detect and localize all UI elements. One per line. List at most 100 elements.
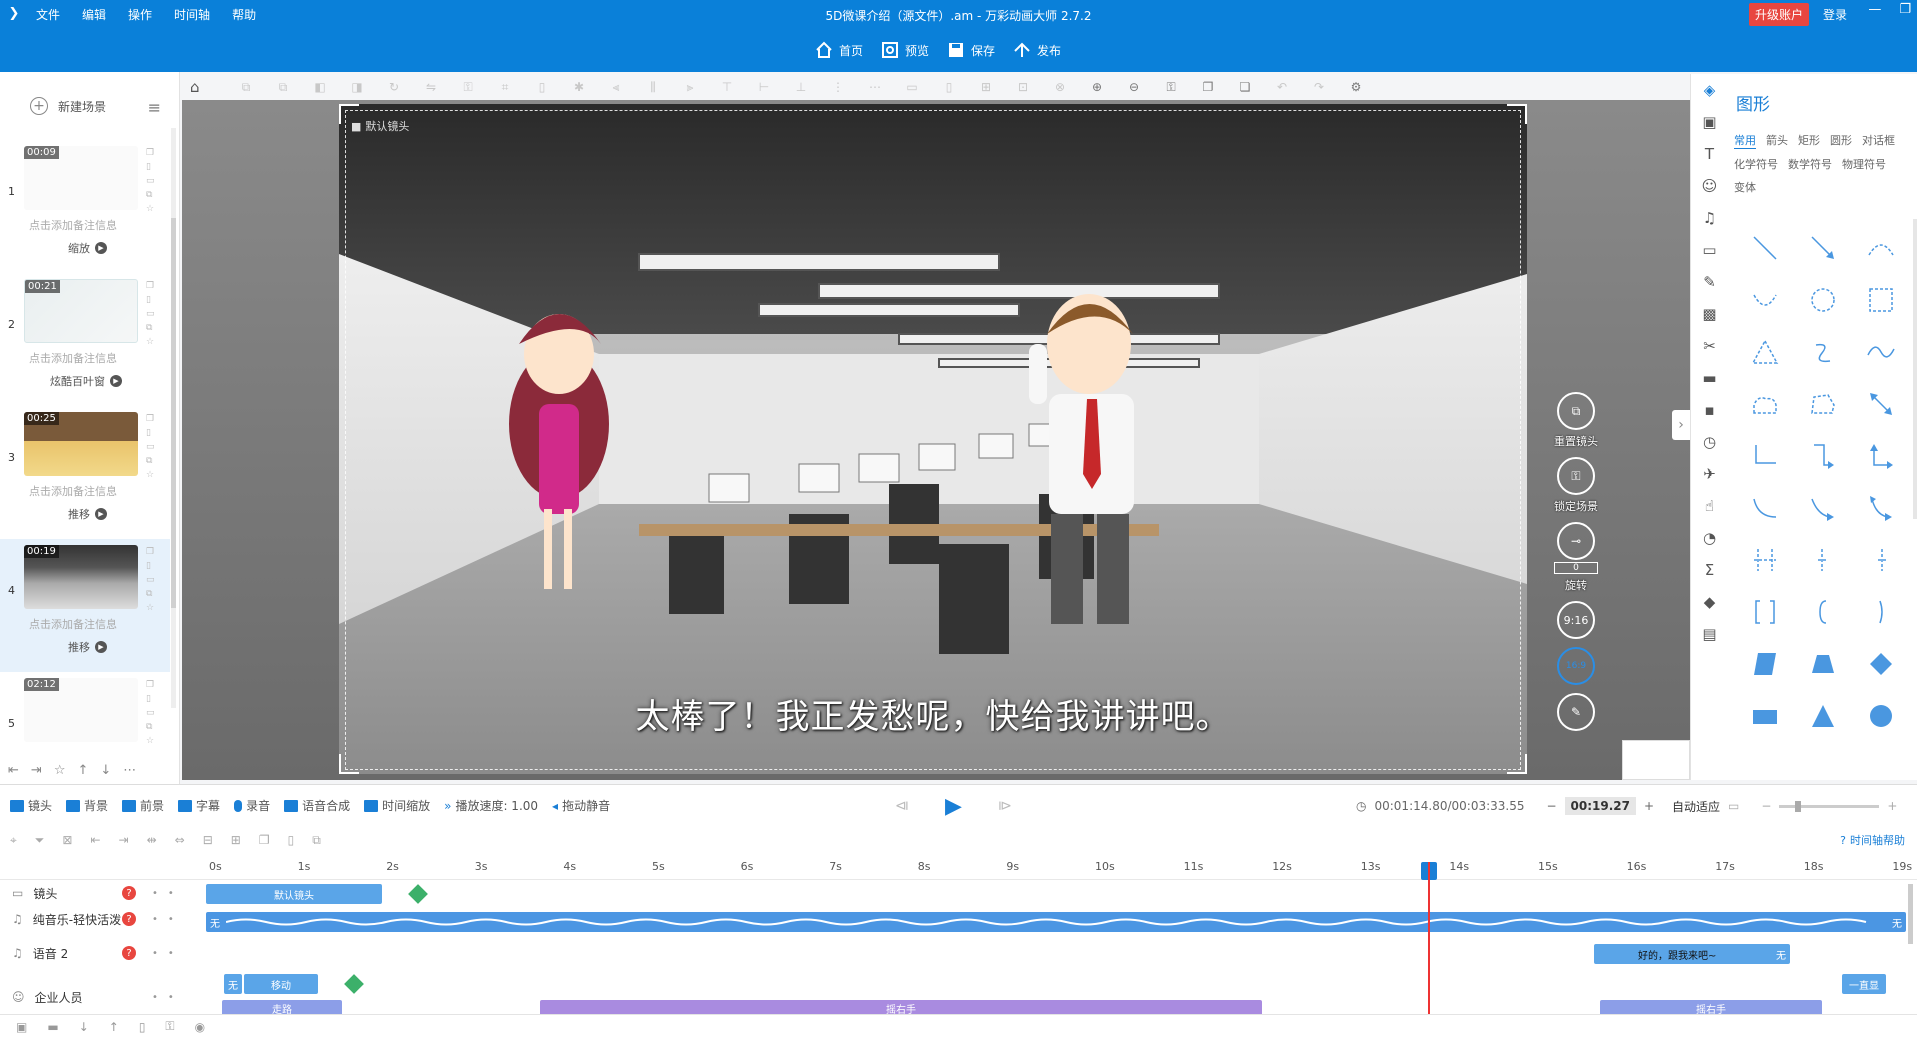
preview-button[interactable]: 预览	[881, 41, 929, 59]
ungroup-icon[interactable]: ⧉	[265, 80, 302, 95]
clock-icon[interactable]: ◷	[1700, 432, 1720, 452]
align-right-icon[interactable]: ⫸	[672, 80, 709, 95]
scene-note[interactable]: 点击添加备注信息	[29, 483, 117, 499]
chart-icon[interactable]: ◔	[1700, 528, 1720, 548]
distribute-h-icon[interactable]: ⋮	[820, 80, 857, 94]
elbow-connector-icon[interactable]	[1736, 430, 1794, 482]
foreground-button[interactable]: 前景	[122, 797, 164, 814]
spread-icon[interactable]: ⇹	[147, 833, 157, 847]
zoom-out-icon[interactable]: ⊖	[1116, 80, 1153, 94]
text-icon[interactable]: T	[1700, 144, 1720, 164]
parallelogram-shape-icon[interactable]	[1736, 638, 1794, 690]
clip-default-camera[interactable]: 默认镜头	[206, 884, 382, 904]
move-icon[interactable]: ⧉	[146, 323, 155, 333]
same-width-icon[interactable]: ▭	[894, 80, 931, 94]
wave-shape-icon[interactable]	[1852, 326, 1910, 378]
grid-icon[interactable]: ⊞	[968, 80, 1005, 94]
lock-scene-button[interactable]: ⚿ 锁定场景	[1554, 457, 1598, 514]
scene-note[interactable]: 点击添加备注信息	[29, 616, 117, 632]
cloud-shape-icon[interactable]	[1736, 378, 1794, 430]
time-ruler[interactable]: 0s 1s 2s 3s 4s 5s 6s 7s 8s 9s 10s 11s 12s 13s 14s 15s 16…	[0, 854, 1917, 880]
elbow-double-arrow-icon[interactable]	[1852, 430, 1910, 482]
align-top-icon[interactable]: ⊤	[709, 80, 746, 94]
align-left-icon[interactable]: ⫷	[598, 80, 635, 95]
next-frame-icon[interactable]: ⧐	[998, 798, 1012, 814]
photo-icon[interactable]: ▩	[1700, 304, 1720, 324]
edit-icon[interactable]: ▭	[146, 442, 155, 452]
add-keyframe-icon[interactable]	[408, 884, 428, 904]
decrease-time-icon[interactable]: −	[1546, 799, 1556, 813]
caption-button[interactable]: 字幕	[178, 797, 220, 814]
shape-scrollbar[interactable]	[1913, 219, 1917, 519]
auto-fit-label[interactable]: 自动适应	[1672, 798, 1720, 815]
arc-shape-icon[interactable]	[1852, 222, 1910, 274]
scene-thumbnail[interactable]: 00:21	[24, 279, 138, 343]
drag-mute-button[interactable]: ◂ 拖动静音	[552, 797, 610, 814]
music-icon[interactable]: ♫	[1700, 208, 1720, 228]
tools-icon[interactable]: ✂	[1700, 336, 1720, 356]
edit-icon[interactable]: ▭	[146, 575, 155, 585]
curved-connector-icon[interactable]	[1736, 482, 1794, 534]
right-bracket-icon[interactable]	[1852, 534, 1910, 586]
triangle-shape-icon[interactable]	[1736, 326, 1794, 378]
scene-item-active[interactable]: 00:19 4 点击添加备注信息 推移 ▶ ❐ ▯ ▭ ⧉ ☆	[0, 539, 170, 672]
snap-icon[interactable]: ⊡	[1005, 80, 1042, 94]
diamond-shape-icon[interactable]	[1852, 638, 1910, 690]
settings-icon[interactable]: ⚙	[1338, 80, 1375, 94]
scene-list-icon[interactable]: ≡	[148, 98, 161, 117]
delete-icon[interactable]: ▯	[146, 162, 155, 172]
fit-icon[interactable]: ▭	[1728, 799, 1739, 813]
prev-frame-icon[interactable]: ⧏	[895, 798, 909, 814]
align-bottom-icon[interactable]: ⊥	[783, 80, 820, 94]
align-middle-icon[interactable]: ⊢	[746, 80, 783, 94]
star-icon[interactable]: ☆	[146, 603, 155, 613]
scene-transition[interactable]: 推移 ▶	[68, 639, 107, 655]
move-icon[interactable]: ⧉	[146, 589, 155, 599]
background-button[interactable]: 背景	[66, 797, 108, 814]
ratio-16-9-button[interactable]: 16:9	[1557, 647, 1595, 685]
current-time[interactable]: 00:19.27	[1564, 797, 1637, 815]
edit-icon[interactable]: ▭	[146, 708, 155, 718]
record-button[interactable]: 录音	[234, 797, 270, 814]
tab-math[interactable]: 数学符号	[1788, 156, 1832, 172]
filled-circle-icon[interactable]	[1852, 690, 1910, 742]
canvas-area[interactable]: ■ 默认镜头 太棒了！我正发愁呢，快给我讲讲吧。 ⧉ 重置镜头 ⚿ 锁定场景 ⊸ …	[182, 100, 1690, 880]
scene-transition[interactable]: 炫酷百叶窗 ▶	[50, 373, 122, 389]
scene-item[interactable]: 00:25 3 点击添加备注信息 推移 ▶ ❐ ▯ ▭ ⧉ ☆	[0, 406, 170, 539]
slash-line-icon[interactable]	[1852, 586, 1910, 638]
square-bracket-icon[interactable]	[1736, 586, 1794, 638]
rectangle-shape-icon[interactable]	[1736, 690, 1794, 742]
delete-icon[interactable]: ▯	[146, 428, 155, 438]
move-icon[interactable]: ⧉	[146, 456, 155, 466]
image-icon[interactable]: ▣	[1700, 112, 1720, 132]
save-icon[interactable]: ▪	[1700, 400, 1720, 420]
scene-thumbnail[interactable]: 00:25	[24, 412, 138, 476]
crop-icon[interactable]: ⌗	[487, 80, 524, 95]
clip-always-show[interactable]: 一直显	[1842, 974, 1886, 994]
tab-arrow[interactable]: 箭头	[1766, 132, 1788, 149]
delete-icon[interactable]: ▯	[288, 833, 295, 847]
star-icon[interactable]: ☆	[146, 736, 155, 746]
drop-icon[interactable]: ◆	[1700, 592, 1720, 612]
tts-button[interactable]: 语音合成	[284, 797, 350, 814]
link-icon[interactable]: ⊗	[1042, 80, 1079, 94]
box-icon[interactable]: ▤	[1700, 624, 1720, 644]
distribute-v-icon[interactable]: ⋯	[857, 80, 894, 94]
track-toggle-icons[interactable]: ••	[152, 914, 184, 925]
curve-shape-icon[interactable]	[1736, 274, 1794, 326]
copy-icon[interactable]: ❐	[146, 281, 155, 291]
zoom-out-icon[interactable]: −	[1761, 799, 1771, 813]
star-icon[interactable]: ☆	[146, 337, 155, 347]
delete-icon[interactable]: ▯	[146, 561, 155, 571]
copy-icon[interactable]: ❐	[146, 148, 155, 158]
bring-front-icon[interactable]: ◧	[302, 80, 339, 94]
double-arrow-shape-icon[interactable]	[1852, 378, 1910, 430]
snap-icon[interactable]: ⊞	[231, 833, 241, 847]
elbow-arrow-icon[interactable]	[1794, 430, 1852, 482]
voice-clip[interactable]: 好的，跟我来吧~ 无	[1594, 944, 1790, 964]
redo-icon[interactable]: ↷	[1301, 80, 1338, 94]
filled-triangle-icon[interactable]	[1794, 690, 1852, 742]
delete-icon[interactable]: ▯	[524, 80, 561, 94]
paste-icon[interactable]: ❏	[1227, 80, 1264, 94]
scrollbar-thumb[interactable]	[171, 218, 176, 608]
